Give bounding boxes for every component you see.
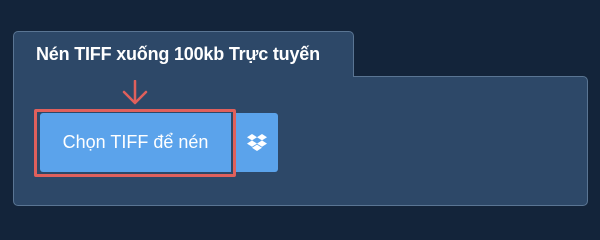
- panel-title: Nén TIFF xuống 100kb Trực tuyến: [36, 44, 320, 64]
- choose-file-button[interactable]: Chọn TIFF để nén: [40, 113, 231, 172]
- panel-seam: [14, 75, 353, 79]
- dropbox-icon: [247, 133, 267, 151]
- dropbox-button[interactable]: [236, 113, 278, 172]
- arrow-down-icon: [122, 80, 148, 105]
